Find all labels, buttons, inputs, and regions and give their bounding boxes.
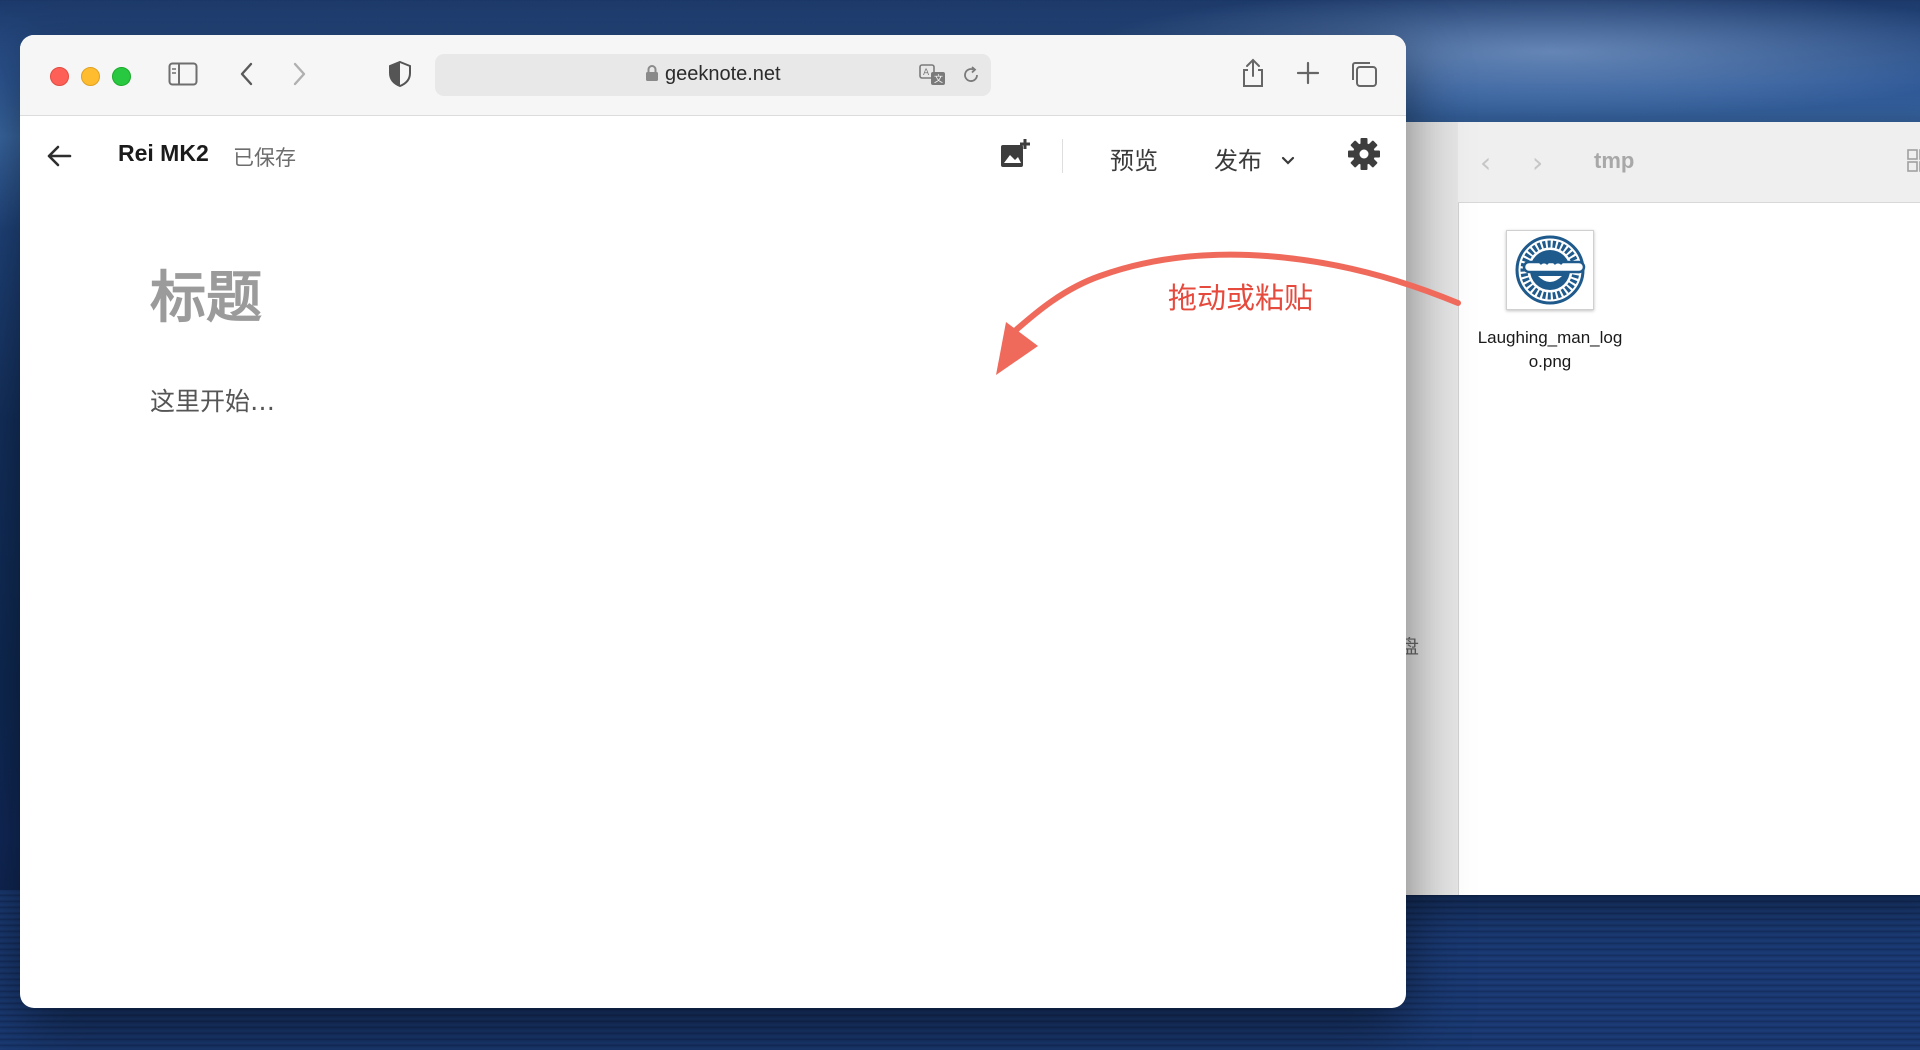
drag-arrow-annotation	[996, 251, 1461, 375]
drag-hint-text: 拖动或粘贴	[1168, 281, 1314, 315]
